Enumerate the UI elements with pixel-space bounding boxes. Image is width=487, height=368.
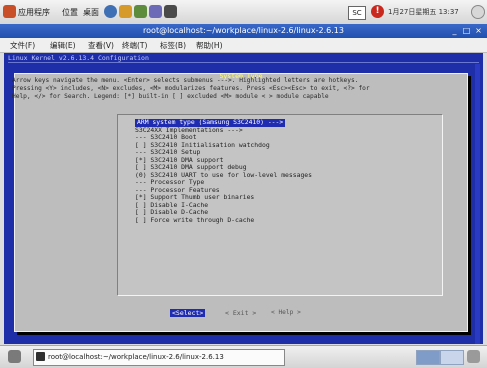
taskbar-terminal-button[interactable]: root@localhost:~/workplace/linux-2.6/lin… — [33, 349, 285, 366]
power-icon[interactable] — [471, 5, 485, 19]
edit-icon[interactable] — [149, 5, 162, 18]
terminal-icon — [36, 352, 45, 361]
help-text: Arrow keys navigate the menu. <Enter> se… — [12, 77, 452, 101]
gnome-foot-icon[interactable] — [3, 5, 16, 18]
menu-terminal[interactable]: 终端(T) — [122, 40, 147, 51]
window-titlebar[interactable]: root@localhost:~/workplace/linux-2.6/lin… — [0, 24, 487, 38]
task-label: root@localhost:~/workplace/linux-2.6/lin… — [48, 353, 224, 361]
mail-icon[interactable] — [119, 5, 132, 18]
close-icon[interactable]: × — [474, 26, 483, 35]
terminal-menubar: 文件(F) 编辑(E) 查看(V) 终端(T) 标签(B) 帮助(H) — [0, 38, 487, 53]
option-item[interactable]: [ ] Force write through D-cache — [135, 216, 455, 225]
header-divider — [8, 62, 479, 63]
bottom-panel: root@localhost:~/workplace/linux-2.6/lin… — [0, 345, 487, 368]
clock[interactable]: 1月27日星期五 13:37 — [388, 7, 459, 17]
globe-icon[interactable] — [104, 5, 117, 18]
minimize-icon[interactable]: _ — [450, 26, 459, 35]
chat-icon[interactable] — [134, 5, 147, 18]
menu-applications[interactable]: 应用程序 — [18, 7, 50, 18]
menu-file[interactable]: 文件(F) — [10, 40, 35, 51]
menu-edit[interactable]: 编辑(E) — [50, 40, 76, 51]
help-button[interactable]: < Help > — [271, 309, 487, 317]
help-line: Pressing <Y> includes, <N> excludes, <M>… — [12, 85, 370, 92]
input-method-indicator[interactable]: SC — [348, 6, 366, 20]
window-title: root@localhost:~/workplace/linux-2.6/lin… — [143, 26, 344, 35]
network-icon[interactable] — [164, 5, 177, 18]
maximize-icon[interactable]: □ — [462, 26, 471, 35]
trash-icon[interactable] — [467, 350, 480, 363]
show-desktop-icon[interactable] — [8, 350, 21, 363]
menu-help[interactable]: 帮助(H) — [196, 40, 223, 51]
menu-view[interactable]: 查看(V) — [88, 40, 114, 51]
select-button[interactable]: <Select> — [170, 309, 206, 317]
exit-button[interactable]: < Exit > — [225, 309, 256, 317]
workspace-2[interactable] — [440, 350, 464, 365]
menu-tabs[interactable]: 标签(B) — [160, 40, 186, 51]
kernel-config-header: Linux Kernel v2.6.13.4 Configuration — [8, 54, 149, 62]
workspace-1[interactable] — [416, 350, 440, 365]
menu-desktop[interactable]: 桌面 — [83, 7, 99, 18]
help-line: Arrow keys navigate the menu. <Enter> se… — [12, 77, 359, 84]
update-alert-icon[interactable]: ! — [371, 5, 384, 18]
help-line: Help, </> for Search. Legend: [*] built-… — [12, 93, 329, 100]
terminal-scrollbar[interactable] — [475, 64, 480, 344]
top-panel: 应用程序 位置 桌面 SC ! 1月27日星期五 13:37 — [0, 0, 487, 25]
menu-places[interactable]: 位置 — [62, 7, 78, 18]
options-list: ARM system type (Samsung S3C2410) ---> S… — [135, 118, 455, 225]
